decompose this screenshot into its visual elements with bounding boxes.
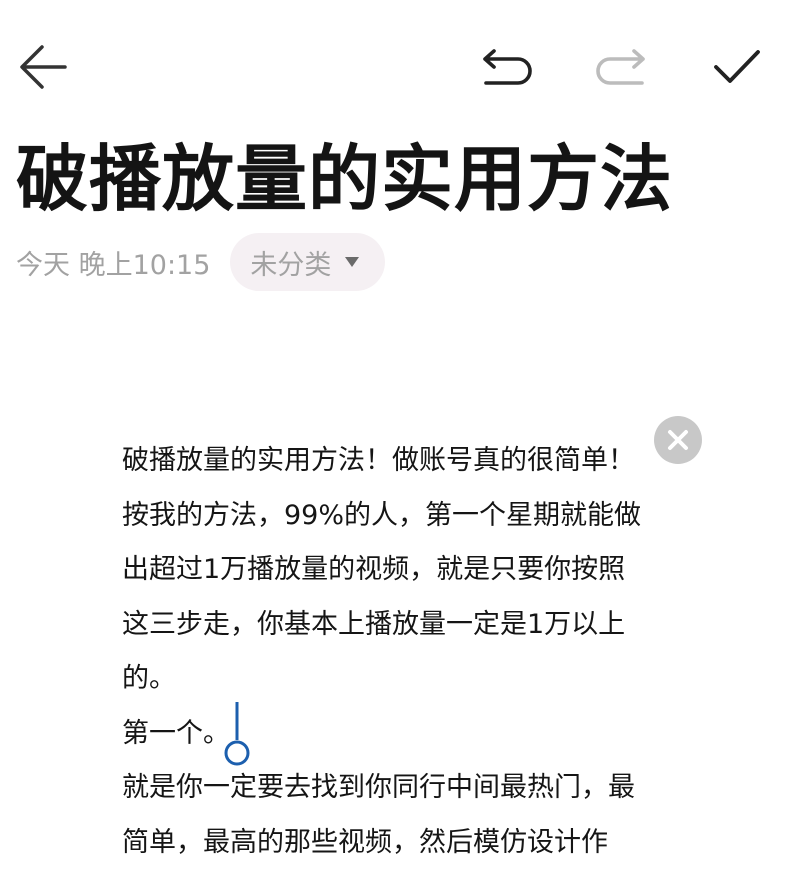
text-cursor-handle[interactable] — [222, 700, 252, 768]
arrow-left-icon — [18, 44, 68, 90]
image-text-line: 简单，最高的那些视频，然后模仿设计作 — [122, 816, 682, 870]
remove-image-button[interactable] — [654, 416, 702, 464]
redo-icon — [594, 47, 648, 87]
image-text-line: 的。 — [122, 652, 682, 707]
image-text-line: 破播放量的实用方法！做账号真的很简单！ — [122, 434, 682, 489]
note-meta: 今天 晚上10:15 未分类 — [16, 232, 385, 292]
redo-button[interactable] — [592, 38, 650, 96]
image-text-line: 按我的方法，99%的人，第一个星期就能做 — [122, 489, 682, 544]
done-button[interactable] — [708, 38, 766, 96]
top-toolbar — [0, 0, 800, 130]
note-date: 今天 晚上10:15 — [16, 243, 210, 282]
category-dropdown[interactable]: 未分类 — [230, 233, 385, 291]
category-label: 未分类 — [250, 243, 331, 282]
caret-down-icon — [345, 257, 359, 267]
image-text-line: 第一个。 — [122, 707, 682, 762]
checkmark-icon — [712, 47, 762, 87]
image-text-line: 出超过1万播放量的视频，就是只要你按照 — [122, 543, 682, 598]
image-text: 破播放量的实用方法！做账号真的很简单！ 按我的方法，99%的人，第一个星期就能做… — [122, 434, 682, 870]
close-icon — [666, 428, 690, 452]
note-title[interactable]: 破播放量的实用方法 — [16, 136, 673, 222]
image-text-line: 这三步走，你基本上播放量一定是1万以上 — [122, 598, 682, 653]
undo-button[interactable] — [478, 38, 536, 96]
back-button[interactable] — [14, 38, 72, 96]
image-text-line: 就是你一定要去找到你同行中间最热门，最 — [122, 761, 682, 816]
embedded-image[interactable]: 破播放量的实用方法！做账号真的很简单！ 按我的方法，99%的人，第一个星期就能做… — [100, 410, 700, 853]
undo-icon — [480, 47, 534, 87]
